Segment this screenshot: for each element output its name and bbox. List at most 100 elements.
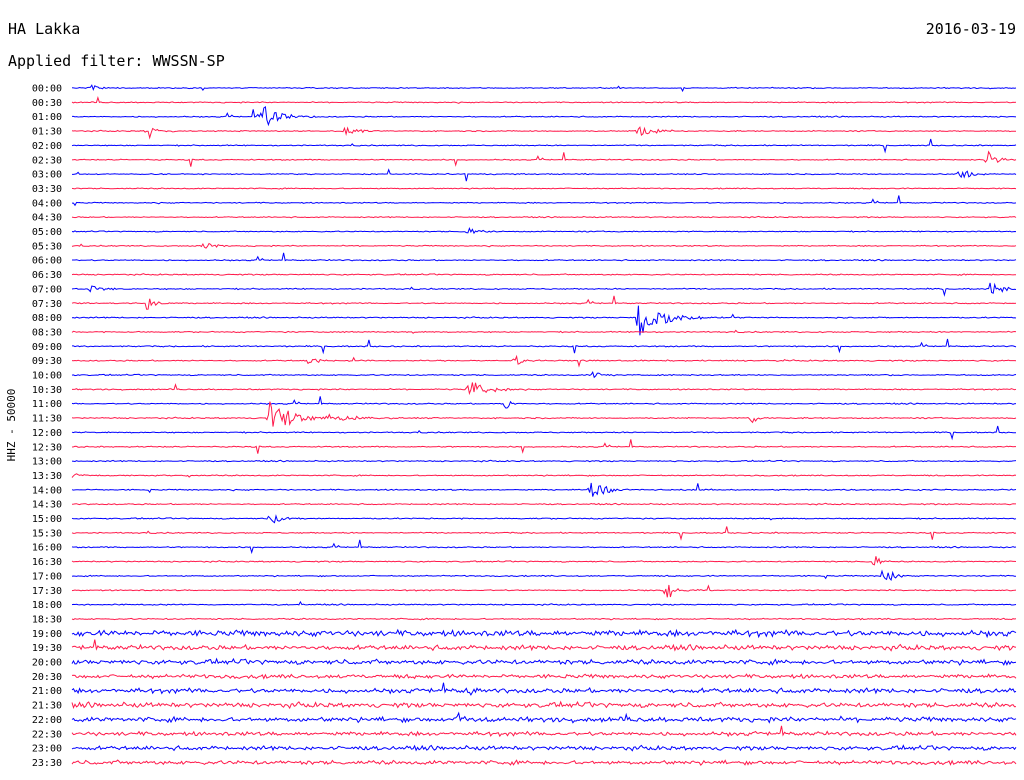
row-time-label: 23:00: [32, 744, 62, 755]
seismic-trace-row: [71, 96, 1017, 104]
seismic-trace-row: [71, 273, 1017, 276]
row-time-label: 16:00: [32, 543, 62, 554]
seismic-trace-row: [71, 329, 1017, 334]
row-time-label: 00:30: [32, 98, 62, 109]
row-time-label: 02:30: [32, 155, 62, 166]
seismic-trace-row: [71, 514, 1017, 524]
row-time-label: 08:30: [32, 327, 62, 338]
row-time-label: 07:00: [32, 284, 62, 295]
row-time-label: 03:30: [32, 184, 62, 195]
row-time-label: 01:00: [32, 112, 62, 123]
seismic-trace-row: [71, 526, 1017, 541]
row-time-label: 22:30: [32, 729, 62, 740]
seismic-trace-row: [71, 305, 1017, 336]
row-time-label: 14:30: [32, 500, 62, 511]
row-time-label: 09:30: [32, 356, 62, 367]
seismic-trace-row: [71, 138, 1017, 154]
seismic-trace-row: [71, 502, 1016, 506]
seismic-trace-row: [71, 759, 1017, 766]
seismic-trace-row: [71, 628, 1017, 639]
row-time-label: 06:00: [32, 256, 62, 267]
seismic-trace-row: [71, 126, 1016, 140]
seismic-trace-row: [71, 711, 1017, 724]
seismic-trace-row: [71, 187, 1017, 190]
seismic-trace-row: [71, 215, 1017, 219]
seismic-trace-row: [72, 338, 1017, 355]
seismic-trace-row: [72, 382, 1017, 396]
seismic-trace-row: [71, 371, 1017, 379]
row-time-label: 21:00: [32, 686, 62, 697]
row-time-label: 10:30: [32, 385, 62, 396]
row-time-label: 13:00: [32, 457, 62, 468]
row-time-label: 06:30: [32, 270, 62, 281]
row-time-label: 04:00: [32, 198, 62, 209]
row-time-label: 01:30: [32, 127, 62, 138]
row-time-label: 16:30: [32, 557, 62, 568]
row-time-label: 10:00: [32, 371, 62, 382]
seismic-trace-row: [71, 744, 1017, 752]
seismic-trace-row: [71, 84, 1017, 93]
row-time-label: 18:00: [32, 600, 62, 611]
helicorder-plot: HHZ - 50000 00:00 00:30 01:00 01:30 02:00 02:…: [5, 84, 1017, 769]
row-time-label: 23:30: [32, 758, 62, 769]
seismic-trace-row: [71, 700, 1017, 710]
row-labels: 00:00 00:30 01:00 01:30 02:00 02:30 03:00 03:30…: [32, 84, 62, 769]
row-time-label: 11:30: [32, 414, 62, 425]
seismic-trace-row: [71, 439, 1016, 454]
seismic-trace-row: [71, 617, 1017, 621]
row-time-label: 14:00: [32, 485, 62, 496]
seismic-trace-row: [71, 673, 1017, 680]
seismic-trace-row: [71, 150, 1017, 167]
seismic-trace-row: [71, 396, 1017, 409]
row-time-label: 15:30: [32, 528, 62, 539]
seismic-trace-row: [72, 195, 1017, 207]
seismic-trace-row: [71, 354, 1017, 368]
seismic-trace-row: [71, 556, 1017, 566]
row-time-label: 19:00: [32, 629, 62, 640]
row-time-label: 09:00: [32, 342, 62, 353]
row-time-label: 11:00: [32, 399, 62, 410]
row-time-label: 13:30: [32, 471, 62, 482]
seismic-trace-row: [72, 106, 1017, 127]
seismic-trace-row: [71, 459, 1017, 463]
seismic-trace-row: [71, 401, 1017, 427]
row-time-label: 21:30: [32, 701, 62, 712]
row-time-label: 19:30: [32, 643, 62, 654]
row-time-label: 04:30: [32, 213, 62, 224]
seismic-trace-row: [71, 600, 1017, 606]
row-time-label: 02:00: [32, 141, 62, 152]
seismic-trace-row: [71, 569, 1016, 581]
row-time-label: 03:00: [32, 170, 62, 181]
row-time-label: 05:00: [32, 227, 62, 238]
seismic-trace-row: [71, 242, 1017, 249]
row-time-label: 07:30: [32, 299, 62, 310]
row-time-label: 15:00: [32, 514, 62, 525]
seismic-trace-row: [71, 473, 1017, 478]
row-time-label: 00:00: [32, 84, 62, 95]
row-time-label: 05:30: [32, 241, 62, 252]
seismic-trace-row: [71, 482, 1017, 497]
seismic-trace-row: [72, 168, 1017, 182]
seismic-trace-row: [71, 227, 1017, 235]
seismic-trace-row: [71, 425, 1017, 441]
row-time-label: 18:30: [32, 614, 62, 625]
row-time-label: 17:00: [32, 571, 62, 582]
seismic-trace-row: [71, 657, 1017, 666]
y-axis-label: HHZ - 50000: [5, 389, 18, 462]
row-time-label: 12:30: [32, 442, 62, 453]
seismic-trace-row: [71, 682, 1017, 696]
seismic-trace-row: [72, 252, 1017, 262]
row-time-label: 17:30: [32, 586, 62, 597]
row-time-label: 20:00: [32, 658, 62, 669]
seismic-trace-row: [71, 639, 1017, 652]
seismic-trace-row: [71, 282, 1017, 297]
row-time-label: 22:00: [32, 715, 62, 726]
seismic-trace-row: [71, 725, 1017, 738]
seismic-trace-row: [71, 295, 1017, 310]
row-time-label: 20:30: [32, 672, 62, 683]
row-time-label: 08:00: [32, 313, 62, 324]
row-time-label: 12:00: [32, 428, 62, 439]
seismic-trace-row: [71, 539, 1017, 555]
traces: [71, 84, 1017, 766]
seismic-trace-row: [71, 584, 1017, 598]
